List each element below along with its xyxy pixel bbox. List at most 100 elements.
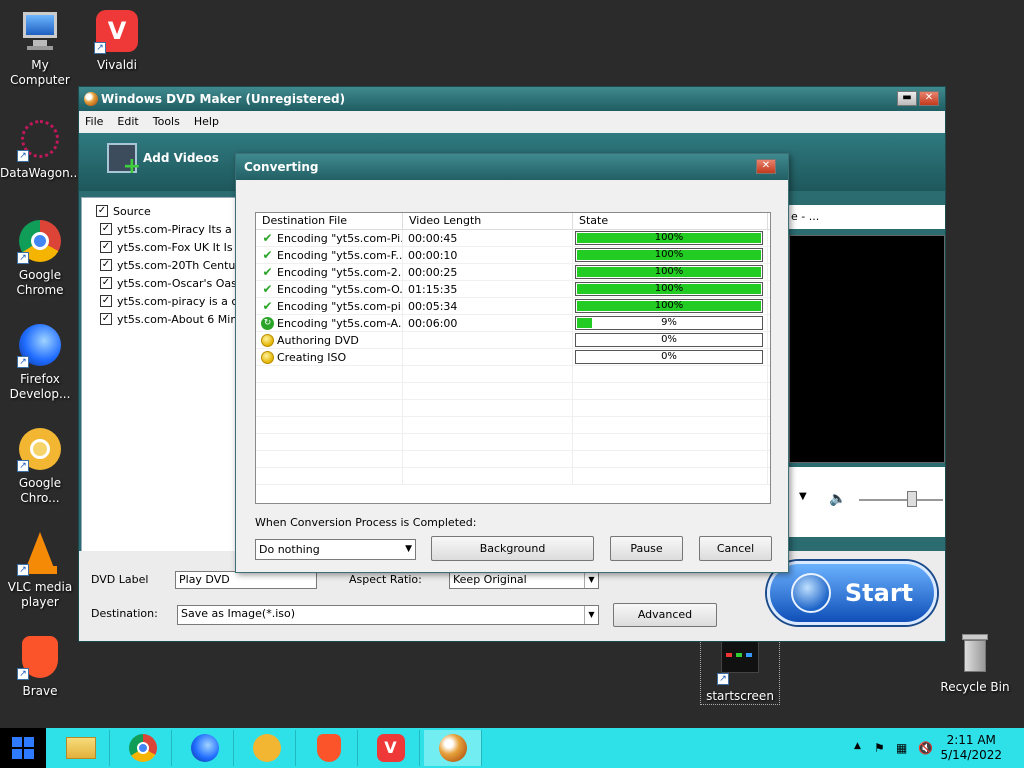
list-item[interactable]: ✔ Encoding "yt5s.com-F... 00:00:10 100% xyxy=(256,246,770,264)
dvd-label-input[interactable]: Play DVD xyxy=(175,571,317,589)
desktop-icon-label: Vivaldi xyxy=(96,58,138,72)
completion-action-select[interactable]: Do nothing ▼ xyxy=(255,539,416,560)
source-item[interactable]: ✓ yt5s.com-About 6 Minu... xyxy=(82,310,238,328)
source-root-checkbox[interactable]: ✓ xyxy=(96,205,108,217)
destination-select[interactable]: Save as Image(*.iso) ▼ xyxy=(177,605,599,625)
desktop-icon-startscreen[interactable]: ↗ startscreen xyxy=(700,638,780,705)
desktop-icon-recycle-bin[interactable]: Recycle Bin xyxy=(935,630,1015,695)
state-cell: 9% xyxy=(573,314,768,332)
taskbar-dvd-maker[interactable] xyxy=(424,730,482,766)
taskbar-chrome[interactable] xyxy=(114,730,172,766)
desktop-icon-brave[interactable]: ↗ Brave xyxy=(0,634,80,699)
destination-file-cell: Creating ISO xyxy=(256,348,403,366)
desktop-icon-google-chrome-canary[interactable]: ↗ Google Chro... xyxy=(0,426,80,506)
source-item[interactable]: ✓ yt5s.com-Oscar's Oasi... xyxy=(82,274,238,292)
network-icon[interactable]: ▦ xyxy=(896,741,907,755)
chevron-down-icon: ▼ xyxy=(405,544,412,554)
column-video-length[interactable]: Video Length xyxy=(403,213,573,229)
taskbar: V ▲ ⚑ ▦ 🔇 2:11 AM 5/14/2022 xyxy=(0,728,1024,768)
chevron-up-icon[interactable]: ▲ xyxy=(854,741,861,751)
minimize-button[interactable]: ▬ xyxy=(897,91,917,106)
vivaldi-icon: V ↗ xyxy=(94,8,140,54)
cancel-button[interactable]: Cancel xyxy=(699,536,772,561)
taskbar-chrome-canary[interactable] xyxy=(238,730,296,766)
chevron-down-icon[interactable]: ▼ xyxy=(799,491,807,502)
aspect-ratio-select[interactable]: Keep Original ▼ xyxy=(449,571,599,589)
progress-percent: 9% xyxy=(661,316,677,328)
desktop-icon-datawagon[interactable]: ↗ DataWagon... xyxy=(0,116,81,181)
desktop-icon-my-computer[interactable]: My Computer xyxy=(0,8,80,88)
menu-help[interactable]: Help xyxy=(194,111,219,133)
source-label: yt5s.com-piracy is a cri... xyxy=(117,294,238,308)
taskbar-firefox[interactable] xyxy=(176,730,234,766)
desktop-icon-vlc[interactable]: ↗ VLC media player xyxy=(0,530,80,610)
taskbar-file-explorer[interactable] xyxy=(52,730,110,766)
desktop-icon-google-chrome[interactable]: ↗ Google Chrome xyxy=(0,218,80,298)
desktop-icon-firefox-developer[interactable]: ↗ Firefox Develop... xyxy=(0,322,80,402)
volume-slider-handle[interactable] xyxy=(907,491,917,507)
source-label: yt5s.com-20Th Centur... xyxy=(117,258,238,272)
start-menu-button[interactable] xyxy=(0,728,46,768)
taskbar-brave[interactable] xyxy=(300,730,358,766)
shortcut-arrow-icon: ↗ xyxy=(17,150,29,162)
action-center-flag-icon[interactable]: ⚑ xyxy=(874,741,885,755)
menu-tools[interactable]: Tools xyxy=(153,111,180,133)
list-item[interactable]: ✔ Encoding "yt5s.com-O... 01:15:35 100% xyxy=(256,280,770,298)
volume-icon[interactable]: 🔈 xyxy=(829,491,846,507)
pause-button[interactable]: Pause xyxy=(610,536,683,561)
column-state[interactable]: State xyxy=(573,213,768,229)
source-label: yt5s.com-About 6 Minu... xyxy=(117,312,238,326)
computer-icon xyxy=(17,8,63,54)
list-item[interactable]: ✔ Encoding "yt5s.com-pi... 00:05:34 100% xyxy=(256,297,770,315)
start-button[interactable]: Start xyxy=(767,561,937,625)
destination-file-cell: Authoring DVD xyxy=(256,331,403,349)
background-button[interactable]: Background xyxy=(431,536,594,561)
progress-bar: 100% xyxy=(575,281,763,296)
source-item[interactable]: ✓ yt5s.com-20Th Centur... xyxy=(82,256,238,274)
start-label: Start xyxy=(844,579,914,607)
list-item[interactable]: Creating ISO 0% xyxy=(256,348,770,366)
source-checkbox[interactable]: ✓ xyxy=(100,241,112,253)
source-root-item[interactable]: ✓ Source xyxy=(82,202,238,220)
title-bar[interactable]: Windows DVD Maker (Unregistered) ▬ ✕ xyxy=(79,87,945,111)
state-cell: 100% xyxy=(573,280,768,298)
source-checkbox[interactable]: ✓ xyxy=(100,295,112,307)
source-checkbox[interactable]: ✓ xyxy=(100,313,112,325)
source-checkbox[interactable]: ✓ xyxy=(100,277,112,289)
volume-muted-icon[interactable]: 🔇 xyxy=(918,741,933,755)
window-title: Windows DVD Maker (Unregistered) xyxy=(101,92,346,106)
state-cell: 100% xyxy=(573,263,768,281)
list-header: Destination File Video Length State xyxy=(256,213,770,230)
startscreen-icon: ↗ xyxy=(717,639,763,685)
list-item[interactable]: ✔ Encoding "yt5s.com-Pi... 00:00:45 100% xyxy=(256,229,770,247)
volume-slider-track[interactable] xyxy=(859,499,943,501)
add-videos-label: Add Videos xyxy=(143,151,219,165)
state-cell: 0% xyxy=(573,348,768,366)
destination-label: Destination: xyxy=(91,607,158,620)
aspect-ratio-label: Aspect Ratio: xyxy=(349,573,422,586)
dialog-title-bar[interactable]: Converting ✕ xyxy=(236,154,788,180)
close-button[interactable]: ✕ xyxy=(919,91,939,106)
advanced-button[interactable]: Advanced xyxy=(613,603,717,627)
menu-edit[interactable]: Edit xyxy=(117,111,138,133)
folder-icon xyxy=(65,737,96,759)
menu-file[interactable]: File xyxy=(85,111,103,133)
list-item[interactable]: Authoring DVD 0% xyxy=(256,331,770,349)
list-item[interactable]: ↻ Encoding "yt5s.com-A... 00:06:00 9% xyxy=(256,314,770,332)
source-item[interactable]: ✓ yt5s.com-Fox UK It Is ... xyxy=(82,238,238,256)
state-cell: 0% xyxy=(573,331,768,349)
shortcut-arrow-icon: ↗ xyxy=(94,42,106,54)
list-item[interactable]: ✔ Encoding "yt5s.com-2... 00:00:25 100% xyxy=(256,263,770,281)
source-item[interactable]: ✓ yt5s.com-Piracy Its a ... xyxy=(82,220,238,238)
dialog-close-button[interactable]: ✕ xyxy=(756,159,776,174)
taskbar-vivaldi[interactable]: V xyxy=(362,730,420,766)
source-checkbox[interactable]: ✓ xyxy=(100,223,112,235)
column-destination-file[interactable]: Destination File xyxy=(256,213,403,229)
source-item[interactable]: ✓ yt5s.com-piracy is a cri... xyxy=(82,292,238,310)
dvd-maker-app-icon xyxy=(84,92,98,106)
add-videos-button[interactable]: Add Videos xyxy=(107,143,219,179)
taskbar-clock[interactable]: 2:11 AM 5/14/2022 xyxy=(940,733,1002,763)
destination-file-text: Encoding "yt5s.com-F... xyxy=(277,248,403,262)
source-checkbox[interactable]: ✓ xyxy=(100,259,112,271)
desktop-icon-vivaldi[interactable]: V ↗ Vivaldi xyxy=(77,8,157,73)
